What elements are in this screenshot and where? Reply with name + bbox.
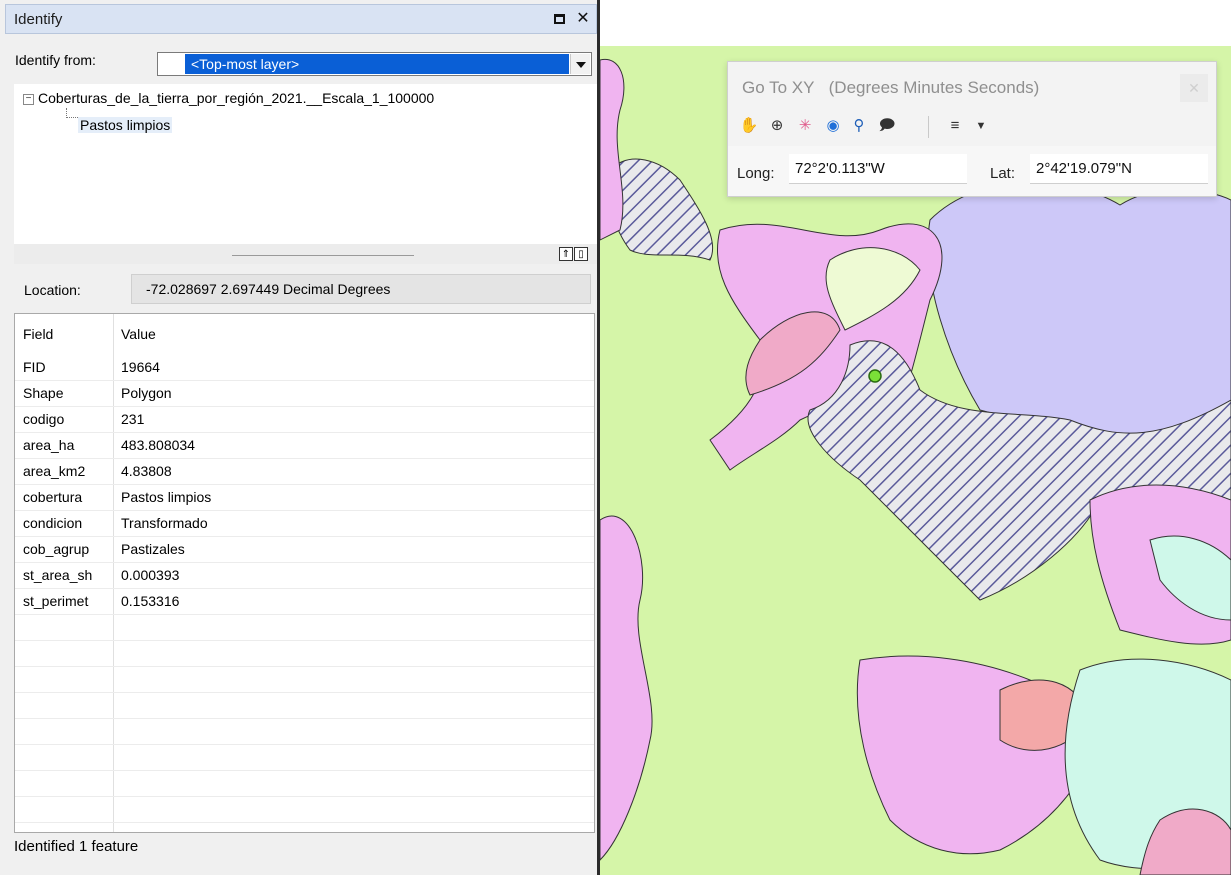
column-header-value[interactable]: Value: [121, 326, 156, 342]
table-row[interactable]: st_perimet 0.153316: [15, 588, 594, 615]
table-row[interactable]: st_area_sh 0.000393: [15, 562, 594, 589]
add-labeled-point-icon[interactable]: ⚲: [848, 114, 870, 138]
collapse-icon[interactable]: −: [23, 94, 34, 105]
value-cell: 19664: [121, 359, 160, 375]
pane-splitter[interactable]: ⇑ ▯: [14, 244, 597, 264]
field-cell: FID: [23, 359, 46, 375]
location-label: Location:: [24, 282, 81, 298]
identify-point-marker[interactable]: [868, 369, 882, 383]
table-row[interactable]: [15, 744, 594, 771]
field-cell: st_perimet: [23, 593, 89, 609]
location-value: -72.028697 2.697449 Decimal Degrees: [131, 274, 591, 304]
close-icon[interactable]: ✕: [1180, 74, 1208, 102]
field-cell: codigo: [23, 411, 65, 427]
status-text: Identified 1 feature: [14, 838, 139, 855]
add-callout-icon[interactable]: 🗩: [876, 114, 898, 138]
table-row[interactable]: FID 19664: [15, 354, 594, 381]
tree-layer-node[interactable]: Coberturas_de_la_tierra_por_región_2021.…: [38, 90, 434, 106]
goto-xy-units: (Degrees Minutes Seconds): [828, 78, 1040, 97]
identify-from-select[interactable]: <Top-most layer>: [157, 52, 592, 76]
table-row[interactable]: condicion Transformado: [15, 510, 594, 537]
identify-titlebar[interactable]: Identify ✕: [5, 4, 597, 34]
field-cell: area_km2: [23, 463, 86, 479]
table-row[interactable]: Shape Polygon: [15, 380, 594, 407]
table-row[interactable]: codigo 231: [15, 406, 594, 433]
lat-input[interactable]: [1030, 154, 1208, 184]
goto-xy-panel: Go To XY (Degrees Minutes Seconds) ✕ ✋ ⊕…: [727, 61, 1217, 197]
attribute-table: Field Value FID 19664 Shape Polygon codigo 23…: [14, 313, 595, 833]
field-cell: Shape: [23, 385, 64, 401]
table-row[interactable]: [15, 770, 594, 797]
value-cell: Transformado: [121, 515, 208, 531]
results-tree: − Coberturas_de_la_tierra_por_región_202…: [14, 84, 597, 244]
value-cell: 4.83808: [121, 463, 172, 479]
value-cell: Pastos limpios: [121, 489, 212, 505]
tree-feature-node[interactable]: Pastos limpios: [78, 117, 173, 133]
table-row[interactable]: [15, 640, 594, 667]
goto-xy-coordinates: Long: Lat:: [728, 146, 1216, 196]
lat-label: Lat:: [990, 165, 1016, 182]
window-title: Identify: [14, 11, 63, 28]
value-cell: Polygon: [121, 385, 172, 401]
field-cell: area_ha: [23, 437, 75, 453]
zoom-icon[interactable]: ⊕: [766, 114, 788, 138]
field-cell: st_area_sh: [23, 567, 93, 583]
chevron-down-icon[interactable]: [570, 54, 590, 74]
table-row[interactable]: area_ha 483.808034: [15, 432, 594, 459]
identify-from-label: Identify from:: [15, 52, 96, 68]
pan-icon[interactable]: ✋: [738, 114, 760, 138]
location-row: Location: -72.028697 2.697449 Decimal De…: [14, 270, 597, 308]
flash-icon[interactable]: ✳: [794, 114, 816, 138]
table-row[interactable]: [15, 796, 594, 823]
value-cell: 231: [121, 411, 145, 427]
value-cell: Pastizales: [121, 541, 185, 557]
table-row[interactable]: [15, 692, 594, 719]
split-view-icon[interactable]: ▯: [574, 247, 588, 261]
column-header-field[interactable]: Field: [23, 326, 53, 342]
table-row[interactable]: area_km2 4.83808: [15, 458, 594, 485]
long-input[interactable]: [789, 154, 967, 184]
long-label: Long:: [737, 165, 775, 182]
add-point-icon[interactable]: ◉: [822, 114, 844, 138]
field-cell: cob_agrup: [23, 541, 90, 557]
table-row[interactable]: cobertura Pastos limpios: [15, 484, 594, 511]
identify-from-value: <Top-most layer>: [185, 54, 569, 74]
value-cell: 0.000393: [121, 567, 180, 583]
menu-icon[interactable]: ≡: [944, 114, 966, 138]
goto-xy-title: Go To XY (Degrees Minutes Seconds): [742, 78, 1040, 97]
table-row[interactable]: cob_agrup Pastizales: [15, 536, 594, 563]
table-header: Field Value: [15, 314, 594, 354]
value-cell: 0.153316: [121, 593, 180, 609]
field-cell: condicion: [23, 515, 83, 531]
table-row[interactable]: [15, 614, 594, 641]
identify-window: Identify ✕ Identify from: <Top-most laye…: [0, 0, 600, 875]
dropdown-icon[interactable]: ▼: [970, 114, 992, 138]
field-cell: cobertura: [23, 489, 83, 505]
value-cell: 483.808034: [121, 437, 195, 453]
table-row[interactable]: [15, 718, 594, 745]
table-row[interactable]: [15, 666, 594, 693]
collapse-up-icon[interactable]: ⇑: [559, 247, 573, 261]
restore-window-icon[interactable]: [548, 7, 570, 31]
close-icon[interactable]: ✕: [572, 7, 594, 31]
